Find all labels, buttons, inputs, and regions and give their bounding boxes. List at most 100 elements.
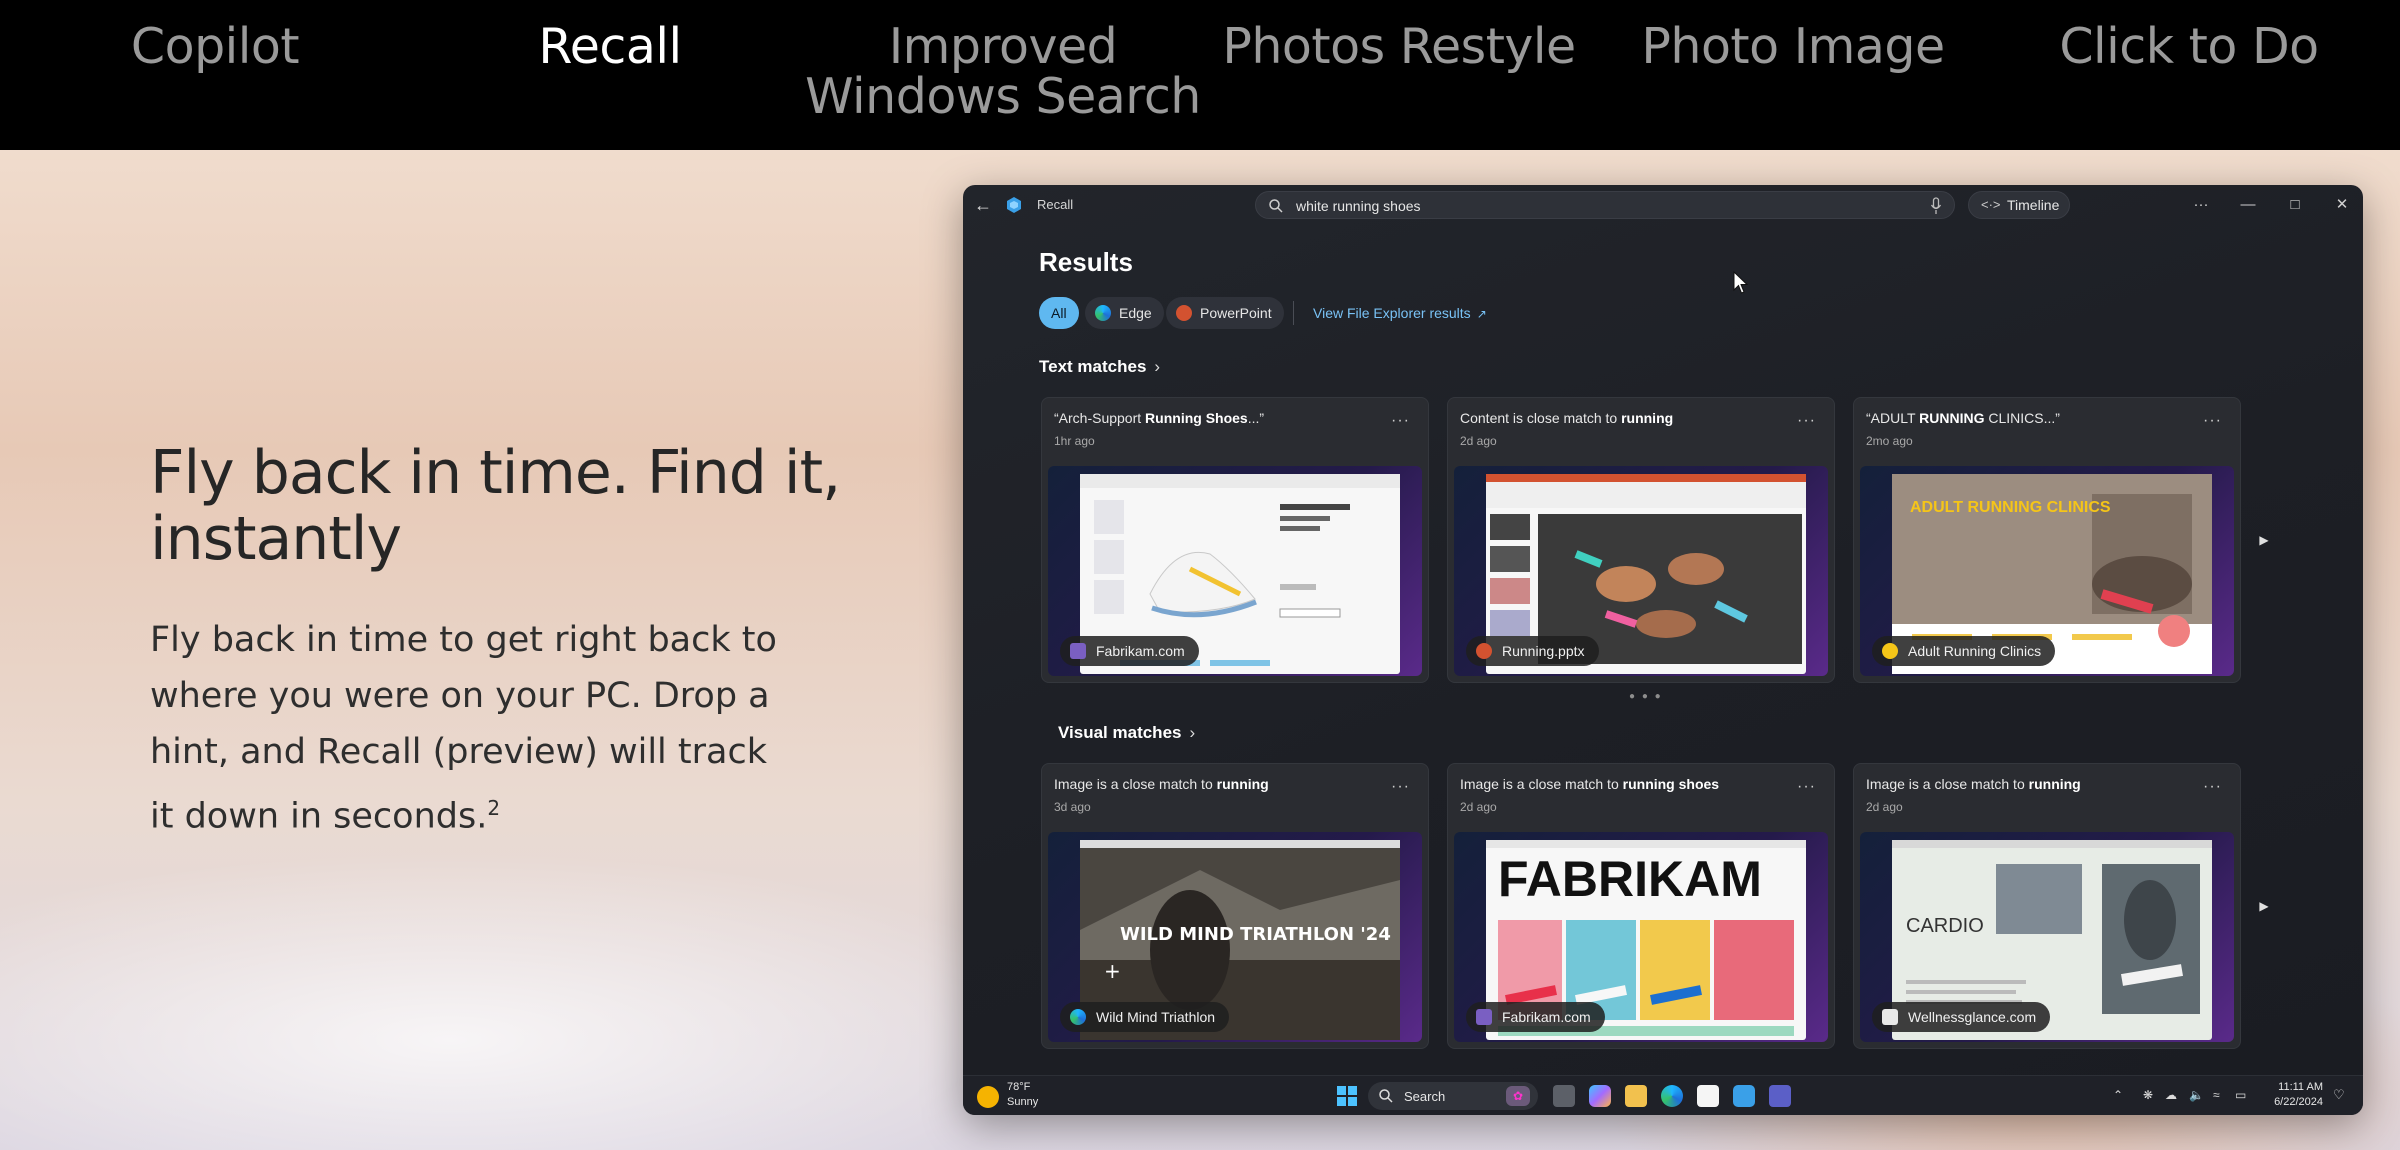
visual-match-card[interactable]: Image is a close match to running 2d ago… bbox=[1853, 763, 2241, 1049]
taskbar: 78°F Sunny Search ✿ ⌃ ❋ ☁ 🔈 ≈ ▭ 11:11 AM… bbox=[963, 1075, 2363, 1115]
clock-date[interactable]: 6/22/2024 bbox=[2263, 1096, 2323, 1108]
filter-all[interactable]: All bbox=[1039, 297, 1079, 329]
source-pill[interactable]: Adult Running Clinics bbox=[1872, 636, 2056, 666]
card-time: 3d ago bbox=[1054, 800, 1091, 814]
card-title-match: RUNNING bbox=[1919, 410, 1985, 426]
fabrikam-icon bbox=[1070, 643, 1086, 659]
card-more-icon[interactable]: ··· bbox=[1391, 778, 1410, 796]
microphone-icon[interactable] bbox=[1930, 197, 1942, 215]
weather-temperature[interactable]: 78°F bbox=[1007, 1081, 1030, 1093]
search-input[interactable]: white running shoes bbox=[1296, 198, 1421, 214]
source-pill[interactable]: Fabrikam.com bbox=[1060, 636, 1199, 666]
tab-photo-image[interactable]: Photo Image bbox=[1578, 22, 2008, 72]
chevron-right-icon: › bbox=[1189, 723, 1196, 742]
card-thumbnail: Running.pptx bbox=[1454, 466, 1828, 676]
search-icon bbox=[1379, 1089, 1393, 1103]
edge-icon[interactable] bbox=[1661, 1085, 1683, 1107]
source-name: Running.pptx bbox=[1502, 643, 1585, 659]
sun-icon[interactable] bbox=[977, 1086, 999, 1108]
minimize-icon[interactable]: — bbox=[2233, 191, 2263, 219]
source-pill[interactable]: Wellnessglance.com bbox=[1872, 1002, 2051, 1032]
timeline-label: Timeline bbox=[2007, 197, 2060, 213]
notification-bell-icon[interactable]: ♡ bbox=[2333, 1087, 2345, 1103]
recall-app-icon bbox=[1007, 197, 1021, 213]
card-title: “ADULT RUNNING CLINICS...” bbox=[1866, 410, 2186, 426]
store-icon[interactable] bbox=[1697, 1085, 1719, 1107]
card-more-icon[interactable]: ··· bbox=[2203, 412, 2222, 430]
card-title-match: Running Shoes bbox=[1145, 410, 1248, 426]
windows-start-icon[interactable] bbox=[1337, 1086, 1357, 1106]
pagination-dots[interactable]: ● ● ● bbox=[1629, 691, 1663, 702]
file-explorer-link-label: View File Explorer results bbox=[1313, 305, 1471, 321]
clock-time[interactable]: 11:11 AM bbox=[2263, 1081, 2323, 1093]
teams-icon[interactable] bbox=[1769, 1085, 1791, 1107]
next-arrow-icon[interactable]: ▶ bbox=[2253, 529, 2275, 551]
volume-icon[interactable]: 🔈 bbox=[2189, 1088, 2204, 1102]
filter-powerpoint[interactable]: PowerPoint bbox=[1166, 297, 1284, 329]
maximize-icon[interactable]: □ bbox=[2280, 191, 2310, 219]
visual-match-card[interactable]: Image is a close match to running shoes … bbox=[1447, 763, 1835, 1049]
external-link-icon: ↗ bbox=[1476, 307, 1487, 321]
more-options-icon[interactable]: ··· bbox=[2186, 191, 2216, 219]
card-time: 2d ago bbox=[1460, 434, 1497, 448]
card-more-icon[interactable]: ··· bbox=[1797, 778, 1816, 796]
hero-body-text: Fly back in time to get right back to wh… bbox=[150, 620, 777, 837]
tab-copilot[interactable]: Copilot bbox=[0, 22, 430, 72]
visual-matches-heading[interactable]: Visual matches › bbox=[1058, 723, 1195, 743]
hero-headline: Fly back in time. Find it, instantly bbox=[150, 438, 841, 574]
card-more-icon[interactable]: ··· bbox=[1391, 412, 1410, 430]
wifi-icon[interactable]: ≈ bbox=[2213, 1088, 2220, 1102]
source-pill[interactable]: Running.pptx bbox=[1466, 636, 1599, 666]
taskbar-search-label: Search bbox=[1404, 1089, 1446, 1104]
tab-recall[interactable]: Recall bbox=[395, 22, 825, 72]
source-pill[interactable]: Fabrikam.com bbox=[1466, 1002, 1605, 1032]
visual-match-card[interactable]: Image is a close match to running 3d ago… bbox=[1041, 763, 1429, 1049]
file-explorer-results-link[interactable]: View File Explorer results ↗ bbox=[1313, 305, 1487, 321]
card-more-icon[interactable]: ··· bbox=[2203, 778, 2222, 796]
fabrikam-icon bbox=[1476, 1009, 1492, 1025]
tab-click-to-do[interactable]: Click to Do bbox=[1974, 22, 2400, 72]
text-match-card[interactable]: “ADULT RUNNING CLINICS...” 2mo ago ··· A… bbox=[1853, 397, 2241, 683]
taskbar-search[interactable]: Search ✿ bbox=[1368, 1082, 1538, 1110]
fabrikam-logo-text: FABRIKAM bbox=[1498, 851, 1762, 907]
text-matches-label: Text matches bbox=[1039, 357, 1147, 376]
card-title: Image is a close match to running bbox=[1054, 776, 1374, 792]
source-name: Adult Running Clinics bbox=[1908, 643, 2042, 659]
card-title-match: running bbox=[2028, 776, 2081, 792]
card-time: 2d ago bbox=[1460, 800, 1497, 814]
card-title: Image is a close match to running shoes bbox=[1460, 776, 1780, 792]
recall-window: ← Recall white running shoes <·> Timelin… bbox=[963, 185, 2363, 1115]
text-match-card[interactable]: Content is close match to running 2d ago… bbox=[1447, 397, 1835, 683]
tab-photos-restyle[interactable]: Photos Restyle bbox=[1184, 22, 1614, 72]
cardio-heading: CARDIO bbox=[1906, 915, 1984, 937]
close-icon[interactable]: ✕ bbox=[2327, 191, 2357, 219]
next-arrow-icon[interactable]: ▶ bbox=[2253, 895, 2275, 917]
source-pill[interactable]: Wild Mind Triathlon bbox=[1060, 1002, 1230, 1032]
search-box[interactable]: white running shoes bbox=[1255, 191, 1955, 219]
timeline-button[interactable]: <·> Timeline bbox=[1968, 191, 2070, 219]
card-title: Image is a close match to running bbox=[1866, 776, 2186, 792]
text-matches-heading[interactable]: Text matches › bbox=[1039, 357, 1160, 377]
text-match-card[interactable]: “Arch-Support Running Shoes...” 1hr ago … bbox=[1041, 397, 1429, 683]
back-arrow-icon[interactable]: ← bbox=[971, 193, 995, 217]
footnote-marker[interactable]: 2 bbox=[487, 796, 500, 820]
recall-icon[interactable] bbox=[1733, 1085, 1755, 1107]
chevron-up-icon[interactable]: ⌃ bbox=[2113, 1088, 2123, 1102]
weather-condition[interactable]: Sunny bbox=[1007, 1096, 1038, 1108]
onedrive-icon[interactable]: ☁ bbox=[2165, 1088, 2177, 1102]
task-view-icon[interactable] bbox=[1553, 1085, 1575, 1107]
mouse-cursor-icon bbox=[1733, 271, 1749, 294]
card-title: Content is close match to running bbox=[1460, 410, 1780, 426]
file-explorer-icon[interactable] bbox=[1625, 1085, 1647, 1107]
filter-edge[interactable]: Edge bbox=[1085, 297, 1164, 329]
battery-icon[interactable]: ▭ bbox=[2235, 1088, 2246, 1102]
card-thumbnail: ADULT RUNNING CLINICS Adult Running Clin… bbox=[1860, 466, 2234, 676]
card-title-match: running shoes bbox=[1622, 776, 1720, 792]
card-title-prefix: Content is close match to bbox=[1460, 410, 1622, 426]
card-more-icon[interactable]: ··· bbox=[1797, 412, 1816, 430]
tab-improved-windows-search[interactable]: Improved Windows Search bbox=[788, 22, 1218, 122]
copilot-icon[interactable] bbox=[1589, 1085, 1611, 1107]
feature-tab-bar: Copilot Recall Improved Windows Search P… bbox=[0, 0, 2400, 150]
source-name: Wellnessglance.com bbox=[1908, 1009, 2037, 1025]
copilot-tray-icon[interactable]: ❋ bbox=[2143, 1088, 2153, 1102]
